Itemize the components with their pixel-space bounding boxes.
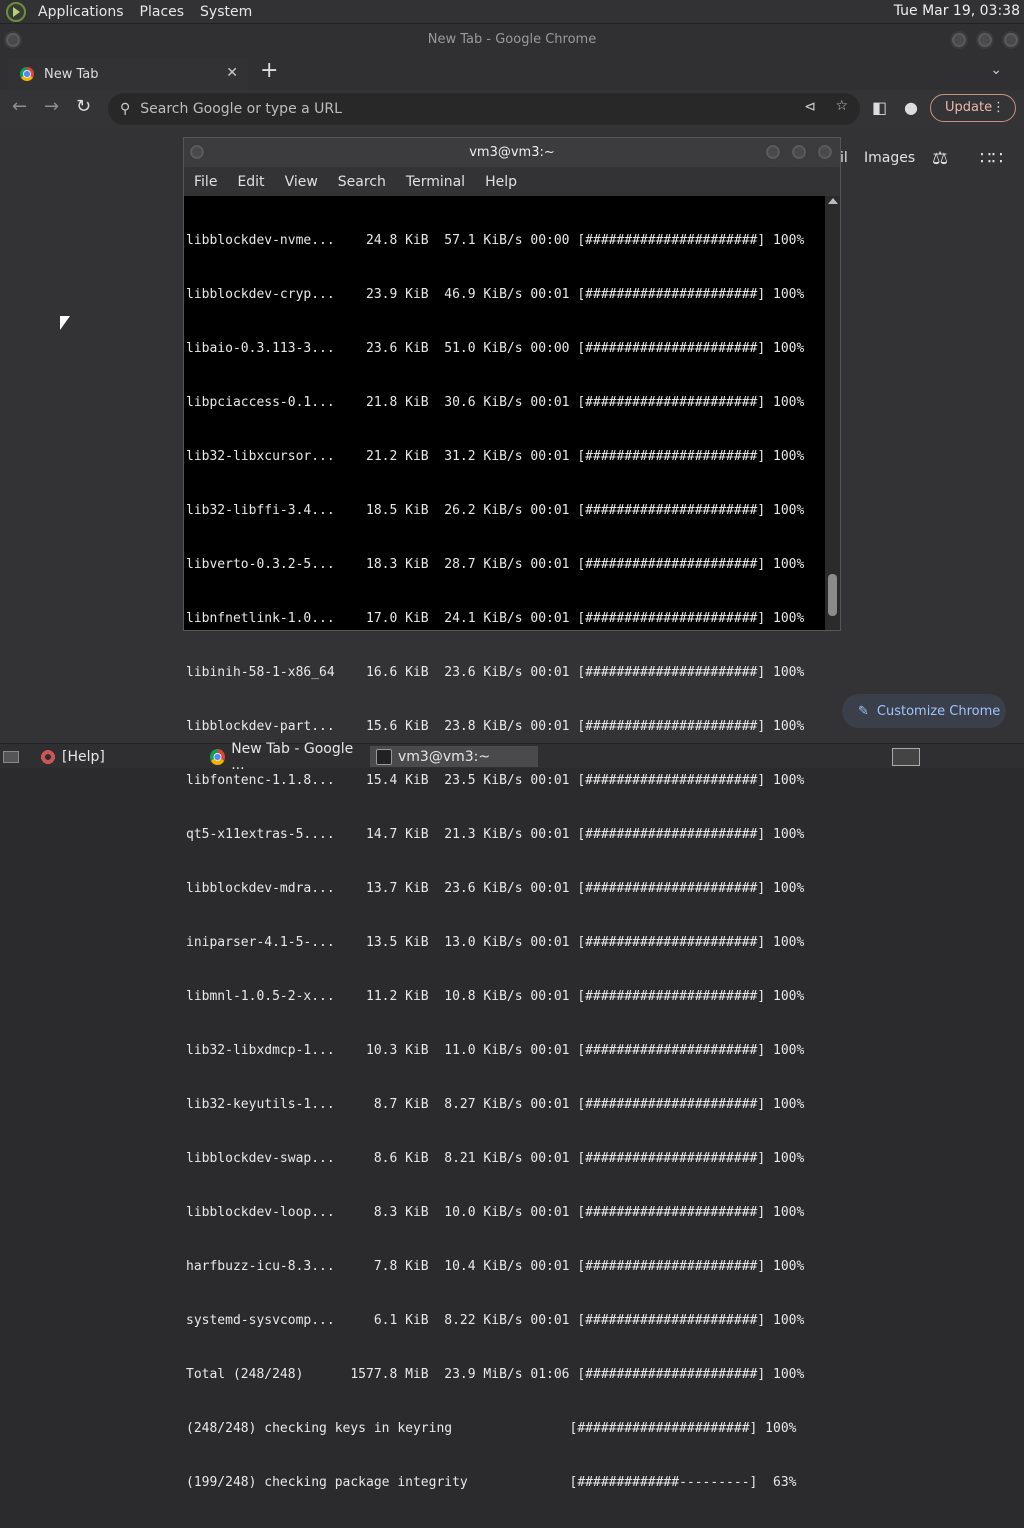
minimize-icon[interactable]	[950, 31, 968, 49]
terminal-line: (199/248) checking package integrity [##…	[186, 1475, 797, 1490]
search-icon: ⚲	[120, 101, 131, 117]
forward-arrow-icon[interactable]: →	[44, 96, 59, 117]
taskbar-item-terminal[interactable]: vm3@vm3:~	[370, 746, 538, 767]
terminal-maximize-icon[interactable]	[790, 143, 808, 161]
distro-logo-icon[interactable]	[6, 1, 26, 22]
terminal-title-bar[interactable]: vm3@vm3:~	[184, 138, 840, 167]
close-window-icon[interactable]	[1002, 31, 1020, 49]
terminal-line: libblockdev-loop... 8.3 KiB 10.0 KiB/s 0…	[186, 1205, 805, 1220]
labs-flask-icon[interactable]: ⚖	[932, 148, 948, 169]
chrome-window-title: New Tab - Google Chrome	[0, 24, 1024, 56]
terminal-line: libmnl-1.0.5-2-x... 11.2 KiB 10.8 KiB/s …	[186, 989, 805, 1004]
workspace-switcher[interactable]	[892, 746, 926, 767]
new-tab-button[interactable]: +	[260, 58, 278, 83]
terminal-line: libnfnetlink-1.0... 17.0 KiB 24.1 KiB/s …	[186, 611, 805, 626]
desktop-icon	[3, 750, 19, 763]
gmail-link-partial[interactable]: il	[840, 150, 848, 166]
terminal-icon	[376, 748, 392, 765]
terminal-menu-search[interactable]: Search	[328, 174, 396, 190]
terminal-close-icon[interactable]	[816, 143, 834, 161]
bookmark-star-icon[interactable]: ☆	[835, 98, 848, 114]
workspace-icon	[892, 747, 920, 766]
terminal-line: systemd-sysvcomp... 6.1 KiB 8.22 KiB/s 0…	[186, 1313, 805, 1328]
terminal-line: lib32-libxcursor... 21.2 KiB 31.2 KiB/s …	[186, 449, 805, 464]
terminal-line: iniparser-4.1-5-... 13.5 KiB 13.0 KiB/s …	[186, 935, 805, 950]
taskbar-item-help[interactable]: [Help]	[34, 746, 194, 767]
customize-chrome-label: Customize Chrome	[876, 703, 1001, 719]
bottom-taskbar: [Help] New Tab - Google ... vm3@vm3:~	[0, 741, 1024, 773]
terminal-output[interactable]: libblockdev-nvme... 24.8 KiB 57.1 KiB/s …	[184, 196, 824, 1490]
omnibox-placeholder[interactable]: Search Google or type a URL	[140, 101, 342, 117]
pencil-icon: ✎	[858, 703, 869, 719]
terminal-menubar: File Edit View Search Terminal Help	[184, 167, 840, 196]
terminal-line: libinih-58-1-x86_64 16.6 KiB 23.6 KiB/s …	[186, 665, 805, 680]
scroll-up-arrow-icon[interactable]	[828, 198, 838, 204]
tab-search-chevron-icon[interactable]: ⌄	[990, 62, 1002, 78]
clock[interactable]: Tue Mar 19, 03:38	[894, 3, 1020, 19]
help-lifebuoy-icon	[40, 748, 56, 765]
maximize-icon[interactable]	[976, 31, 994, 49]
taskbar-item-label: [Help]	[62, 748, 105, 765]
window-title-text: New Tab - Google Chrome	[427, 32, 597, 47]
terminal-line: libpciaccess-0.1... 21.8 KiB 30.6 KiB/s …	[186, 395, 805, 410]
taskbar-item-label: vm3@vm3:~	[398, 748, 491, 765]
share-icon[interactable]: ⊲	[804, 99, 816, 115]
terminal-line: libblockdev-mdra... 13.7 KiB 23.6 KiB/s …	[186, 881, 805, 896]
terminal-window[interactable]: vm3@vm3:~ File Edit View Search Terminal…	[183, 137, 841, 1490]
back-arrow-icon[interactable]: ←	[12, 96, 27, 117]
terminal-line: libfontenc-1.1.8... 15.4 KiB 23.5 KiB/s …	[186, 773, 805, 788]
scrollbar-thumb[interactable]	[828, 574, 837, 616]
terminal-line: Total (248/248) 1577.8 MiB 23.9 MiB/s 01…	[186, 1367, 805, 1382]
terminal-minimize-icon[interactable]	[764, 143, 782, 161]
show-desktop-icon[interactable]	[0, 746, 22, 767]
chrome-icon	[210, 748, 226, 765]
tab-close-icon[interactable]: ✕	[226, 65, 238, 81]
terminal-line: harfbuzz-icu-8.3... 7.8 KiB 10.4 KiB/s 0…	[186, 1259, 805, 1274]
window-menu-icon[interactable]	[4, 31, 22, 49]
terminal-line: lib32-libffi-3.4... 18.5 KiB 26.2 KiB/s …	[186, 503, 805, 518]
tab-label: New Tab	[44, 66, 99, 82]
terminal-line: (248/248) checking keys in keyring [####…	[186, 1421, 797, 1436]
system-top-panel: Applications Places System Tue Mar 19, 0…	[0, 0, 1024, 24]
customize-chrome-button[interactable]: ✎ Customize Chrome	[842, 694, 1006, 728]
terminal-menu-view[interactable]: View	[275, 174, 328, 190]
terminal-line: lib32-libxdmcp-1... 10.3 KiB 11.0 KiB/s …	[186, 1043, 805, 1058]
mouse-cursor-icon	[60, 316, 70, 330]
terminal-line: libverto-0.3.2-5... 18.3 KiB 28.7 KiB/s …	[186, 557, 805, 572]
tab-new-tab[interactable]: New Tab ✕	[8, 58, 248, 90]
chrome-favicon-icon	[20, 67, 34, 81]
menu-system[interactable]: System	[192, 4, 260, 20]
images-link[interactable]: Images	[864, 150, 915, 166]
terminal-menu-edit[interactable]: Edit	[227, 174, 274, 190]
terminal-line: libblockdev-swap... 8.6 KiB 8.21 KiB/s 0…	[186, 1151, 805, 1166]
menu-applications[interactable]: Applications	[30, 4, 132, 20]
terminal-menu-help[interactable]: Help	[475, 174, 527, 190]
terminal-line: libblockdev-part... 15.6 KiB 23.8 KiB/s …	[186, 719, 805, 734]
reload-icon[interactable]: ↻	[76, 96, 91, 117]
browser-toolbar: ← → ↻ ⚲ Search Google or type a URL ⊲ ☆ …	[0, 90, 1024, 128]
terminal-menu-file[interactable]: File	[184, 174, 227, 190]
terminal-menu-icon[interactable]	[188, 143, 206, 161]
update-label: Update	[945, 100, 993, 115]
taskbar-item-chrome[interactable]: New Tab - Google ...	[204, 741, 364, 773]
side-panel-icon[interactable]: ◧	[872, 98, 887, 117]
terminal-line: libblockdev-nvme... 24.8 KiB 57.1 KiB/s …	[186, 233, 805, 248]
terminal-line: qt5-x11extras-5.... 14.7 KiB 21.3 KiB/s …	[186, 827, 805, 842]
menu-places[interactable]: Places	[132, 4, 193, 20]
terminal-line: libaio-0.3.113-3... 23.6 KiB 51.0 KiB/s …	[186, 341, 805, 356]
update-button[interactable]: Update ⋮	[930, 94, 1016, 122]
apps-grid-icon[interactable]: ∷∷	[980, 148, 1003, 169]
profile-avatar-icon[interactable]: ●	[904, 98, 918, 117]
omnibox[interactable]: ⚲ Search Google or type a URL ⊲ ☆	[108, 93, 860, 125]
terminal-menu-terminal[interactable]: Terminal	[396, 174, 475, 190]
terminal-line: lib32-keyutils-1... 8.7 KiB 8.27 KiB/s 0…	[186, 1097, 805, 1112]
terminal-scrollbar[interactable]	[825, 196, 840, 630]
terminal-line: libblockdev-cryp... 23.9 KiB 46.9 KiB/s …	[186, 287, 805, 302]
tab-bar: New Tab ✕ + ⌄	[0, 56, 1024, 90]
kebab-menu-icon[interactable]: ⋮	[992, 95, 1005, 121]
terminal-title: vm3@vm3:~	[469, 145, 555, 160]
